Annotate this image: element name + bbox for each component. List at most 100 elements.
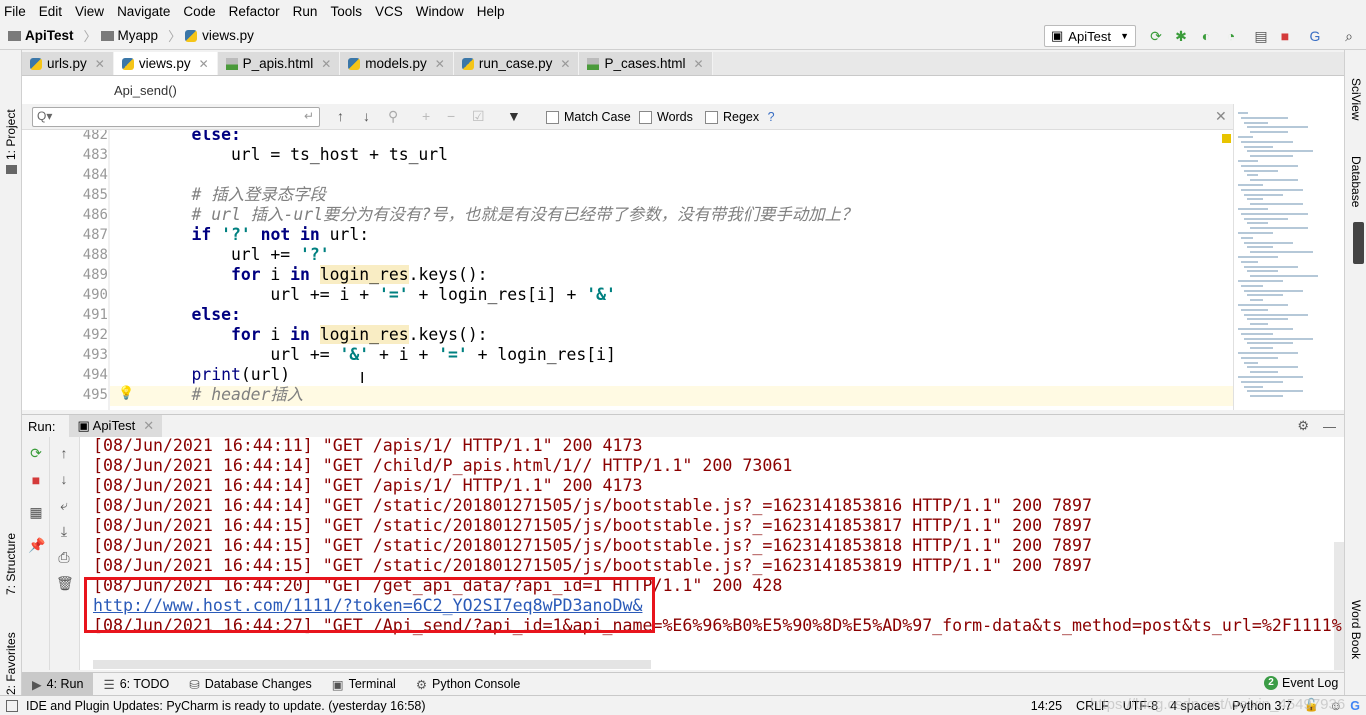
code-editor[interactable]: 482 483 484 485 486 487 488 489 490 491 492 493 494 4… bbox=[22, 130, 1233, 410]
tab-views-py[interactable]: views.py ✕ bbox=[113, 52, 218, 75]
code-line[interactable]: url += '?' bbox=[152, 245, 330, 265]
regex-checkbox[interactable]: Regex ? bbox=[705, 110, 775, 125]
match-case-checkbox[interactable]: Match Case bbox=[546, 110, 631, 125]
console-output[interactable]: [08/Jun/2021 16:44:11] "GET /apis/1/ HTT… bbox=[80, 437, 1344, 670]
rerun-icon[interactable]: ⟳ bbox=[28, 445, 44, 461]
print-icon[interactable]: ⎙ bbox=[56, 549, 72, 565]
lightbulb-icon[interactable]: 💡 bbox=[118, 385, 134, 401]
search-everywhere-icon[interactable]: ⌕ bbox=[1341, 28, 1357, 44]
panel-toggle-icon[interactable] bbox=[6, 699, 18, 712]
checkbox[interactable] bbox=[639, 111, 652, 125]
tab-urls-py[interactable]: urls.py ✕ bbox=[22, 52, 114, 75]
code-line[interactable]: else: bbox=[152, 305, 240, 325]
menu-file[interactable]: File bbox=[4, 4, 26, 19]
breadcrumb-file[interactable]: views.py bbox=[185, 28, 254, 43]
tab-models-py[interactable]: models.py ✕ bbox=[340, 52, 454, 75]
favorites-tool-button[interactable]: 2: Favorites bbox=[4, 632, 18, 695]
code-line[interactable]: url = ts_host + ts_url bbox=[152, 145, 448, 165]
menu-refactor[interactable]: Refactor bbox=[229, 4, 280, 19]
code-line[interactable]: url += i + '=' + login_res[i] + '&' bbox=[152, 285, 615, 305]
layout-icon[interactable]: ▦ bbox=[28, 504, 44, 520]
menu-edit[interactable]: Edit bbox=[39, 4, 62, 19]
tab-p-apis-html[interactable]: P_apis.html ✕ bbox=[217, 52, 341, 75]
select-all-icon[interactable]: ☑ bbox=[472, 108, 485, 125]
status-message[interactable]: IDE and Plugin Updates: PyCharm is ready… bbox=[26, 699, 426, 713]
run-configuration-select[interactable]: ▣ ApiTest ▼ bbox=[1044, 25, 1136, 47]
regex-help-link[interactable]: ? bbox=[768, 110, 775, 124]
coverage-icon[interactable]: ◐ bbox=[1198, 28, 1214, 44]
run-tab[interactable]: ▣ ApiTest ✕ bbox=[69, 415, 163, 437]
menu-navigate[interactable]: Navigate bbox=[117, 4, 170, 19]
menu-view[interactable]: View bbox=[75, 4, 104, 19]
sciview-tool-button[interactable]: SciView bbox=[1349, 78, 1363, 120]
code-line[interactable]: # header插入 bbox=[152, 385, 303, 405]
close-icon[interactable]: ✕ bbox=[560, 57, 570, 71]
function-breadcrumb[interactable]: Api_send() bbox=[114, 83, 177, 98]
scroll-to-end-icon[interactable]: ⤓ bbox=[56, 523, 72, 539]
checkbox[interactable] bbox=[705, 111, 718, 125]
breadcrumb-project[interactable]: ApiTest bbox=[8, 28, 74, 43]
scrollbar-thumb[interactable] bbox=[1353, 222, 1364, 264]
menu-window[interactable]: Window bbox=[416, 4, 464, 19]
code-line[interactable]: url += '&' + i + '=' + login_res[i] bbox=[152, 345, 615, 365]
filter-icon[interactable]: ▼ bbox=[507, 108, 521, 124]
warning-marker[interactable] bbox=[1222, 134, 1231, 143]
minimize-icon[interactable]: — bbox=[1323, 419, 1336, 434]
tab-p-cases-html[interactable]: P_cases.html ✕ bbox=[579, 52, 713, 75]
bottom-tab-python-console[interactable]: ⚙ Python Console bbox=[406, 673, 530, 696]
horizontal-scrollbar[interactable] bbox=[93, 660, 651, 669]
run-icon[interactable]: ⟳ bbox=[1148, 28, 1164, 44]
words-checkbox[interactable]: Words bbox=[639, 110, 693, 125]
event-log-button[interactable]: 2 Event Log bbox=[1264, 676, 1338, 690]
database-tool-button[interactable]: Database bbox=[1349, 156, 1363, 207]
close-icon[interactable]: ✕ bbox=[694, 57, 704, 71]
close-icon[interactable]: ✕ bbox=[1215, 108, 1227, 125]
menu-help[interactable]: Help bbox=[477, 4, 505, 19]
menu-vcs[interactable]: VCS bbox=[375, 4, 403, 19]
project-tool-button[interactable]: 1: Project bbox=[4, 109, 18, 160]
debug-icon[interactable]: ✱ bbox=[1173, 28, 1189, 44]
bottom-tab-6-todo[interactable]: ☰ 6: TODO bbox=[93, 673, 179, 696]
checkbox[interactable] bbox=[546, 111, 559, 125]
soft-wrap-icon[interactable]: ⤶ bbox=[56, 497, 72, 513]
structure-tool-button[interactable]: 7: Structure bbox=[4, 533, 18, 595]
attach-icon[interactable]: ▤ bbox=[1253, 28, 1269, 44]
code-line[interactable]: for i in login_res.keys(): bbox=[152, 325, 488, 345]
bottom-tab-terminal[interactable]: ▣ Terminal bbox=[322, 673, 406, 696]
caret-position[interactable]: 14:25 bbox=[1031, 699, 1062, 713]
code-line[interactable]: else: bbox=[152, 130, 240, 145]
close-icon[interactable]: ✕ bbox=[435, 57, 445, 71]
trash-icon[interactable]: 🗑 bbox=[56, 575, 74, 591]
next-occurrence-icon[interactable]: ↓ bbox=[363, 108, 370, 124]
close-icon[interactable]: ✕ bbox=[143, 418, 154, 433]
previous-occurrence-icon[interactable]: ↑ bbox=[337, 108, 344, 124]
gear-icon[interactable]: ⚙ bbox=[1297, 418, 1309, 434]
breadcrumb-folder[interactable]: Myapp bbox=[100, 28, 158, 43]
pin-icon[interactable]: 📌 bbox=[28, 537, 45, 553]
console-scrollbar[interactable] bbox=[1334, 542, 1344, 670]
close-icon[interactable]: ✕ bbox=[321, 57, 331, 71]
profile-icon[interactable]: ◔ bbox=[1223, 28, 1239, 44]
menu-tools[interactable]: Tools bbox=[330, 4, 362, 19]
down-icon[interactable]: ↓ bbox=[56, 471, 72, 487]
code-line[interactable]: for i in login_res.keys(): bbox=[152, 265, 488, 285]
google-icon[interactable]: G bbox=[1350, 699, 1360, 713]
search-input[interactable]: Q▾ ↵ bbox=[32, 107, 320, 127]
stop-icon[interactable]: ■ bbox=[28, 472, 44, 488]
bottom-tab-database-changes[interactable]: ⛁ Database Changes bbox=[179, 673, 322, 696]
menu-code[interactable]: Code bbox=[183, 4, 215, 19]
close-icon[interactable]: ✕ bbox=[199, 57, 209, 71]
remove-selection-icon[interactable]: − bbox=[447, 108, 455, 124]
find-all-icon[interactable]: ⚲ bbox=[388, 108, 398, 125]
stop-icon[interactable]: ■ bbox=[1277, 28, 1293, 44]
tab-run-case-py[interactable]: run_case.py ✕ bbox=[453, 52, 580, 75]
code-line[interactable]: # 插入登录态字段 bbox=[152, 185, 325, 205]
menu-run[interactable]: Run bbox=[293, 4, 318, 19]
wordbook-tool-button[interactable]: Word Book bbox=[1349, 600, 1363, 659]
code-line[interactable]: # url 插入-url要分为有没有?号，也就是有没有已经带了参数，没有带我们要… bbox=[152, 205, 857, 225]
up-icon[interactable]: ↑ bbox=[56, 445, 72, 461]
close-icon[interactable]: ✕ bbox=[95, 57, 105, 71]
code-line[interactable]: print(url) bbox=[152, 365, 290, 385]
code-line[interactable]: if '?' not in url: bbox=[152, 225, 369, 245]
code-minimap[interactable] bbox=[1222, 104, 1344, 410]
